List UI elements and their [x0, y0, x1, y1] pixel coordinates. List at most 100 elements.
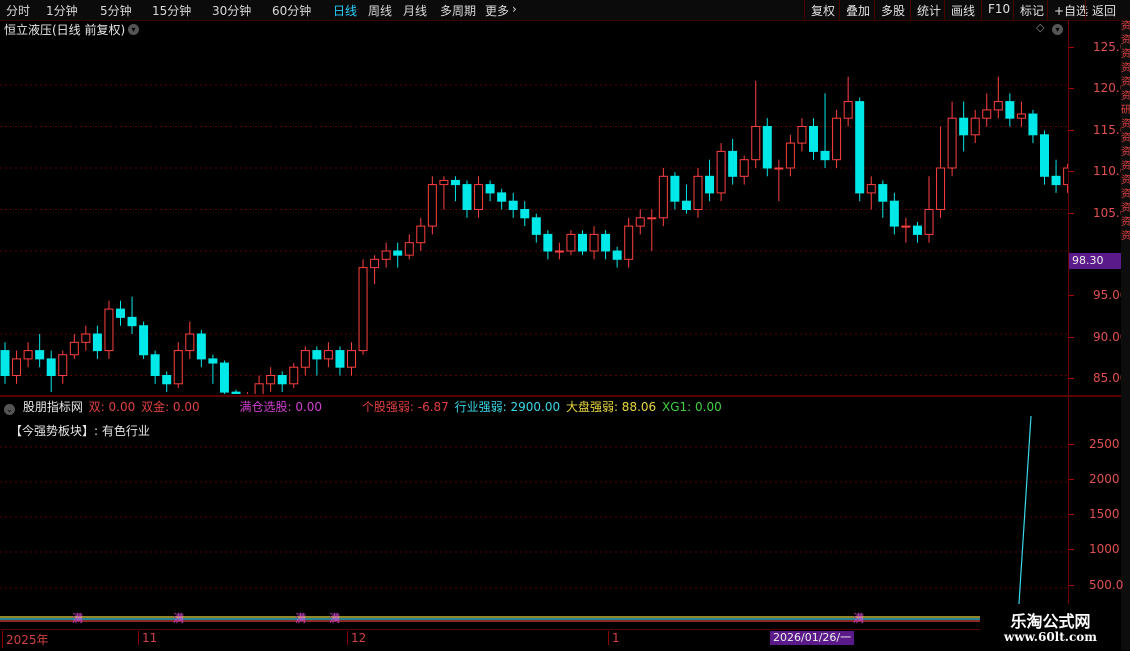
candle-body: [404, 242, 414, 256]
candle-body: [323, 350, 333, 360]
candle-body: [670, 175, 680, 202]
period-tab-daily[interactable]: 日线: [333, 2, 357, 19]
period-tab-15min[interactable]: 15分钟: [152, 2, 191, 19]
period-tab-60min[interactable]: 60分钟: [272, 2, 311, 19]
price-tick-label: 120.0: [1069, 81, 1127, 95]
indicator-chart[interactable]: [0, 414, 1068, 628]
f10-button[interactable]: F10: [981, 0, 1016, 20]
candle-body: [266, 375, 276, 385]
adjust-button[interactable]: 复权: [804, 0, 841, 20]
candle-body: [1028, 113, 1038, 136]
candle-body: [959, 117, 969, 136]
candlestick-chart[interactable]: [0, 38, 1068, 394]
candle: [520, 201, 530, 227]
candle: [289, 363, 299, 388]
candle: [381, 242, 391, 268]
candle-body: [92, 333, 102, 352]
candle: [566, 230, 576, 256]
period-tab-1min[interactable]: 1分钟: [46, 2, 78, 19]
candle-body: [993, 101, 1003, 111]
candle-body: [774, 167, 784, 170]
multi-stock-button[interactable]: 多股: [874, 0, 911, 20]
candle: [12, 350, 22, 384]
pane-divider[interactable]: [0, 395, 1121, 397]
candle: [196, 329, 206, 368]
candle: [647, 209, 657, 251]
candle: [716, 143, 726, 202]
mark-button[interactable]: 标记: [1013, 0, 1050, 20]
full-marker: 满: [295, 612, 306, 625]
diamond-icon[interactable]: ◇: [1036, 21, 1044, 34]
period-tab-more[interactable]: 更多: [485, 2, 509, 19]
period-tab-30min[interactable]: 30分钟: [212, 2, 251, 19]
period-tab-monthly[interactable]: 月线: [403, 2, 427, 19]
candle-body: [497, 192, 507, 202]
candle: [866, 176, 876, 210]
candle: [982, 93, 992, 127]
candle: [497, 188, 507, 210]
candle-body: [104, 308, 114, 352]
candle: [370, 255, 380, 285]
candle: [543, 230, 553, 260]
period-tab-multi[interactable]: 多周期: [440, 2, 476, 19]
date-label: 11: [138, 631, 157, 645]
candle: [601, 230, 611, 260]
indicator-tick-label: 2500: [1069, 437, 1122, 451]
watermark-url: www.60lt.com: [1004, 630, 1097, 644]
candle-body: [601, 233, 611, 252]
right-vertical-strip[interactable]: 资资 资资 资资 研资 资资 资资 资资 资资: [1121, 20, 1130, 650]
candle: [635, 209, 645, 235]
candle-body: [12, 358, 22, 376]
more-chevron-icon[interactable]: ›: [512, 2, 517, 16]
stock-title: 恒立液压(日线 前复权): [4, 23, 126, 37]
back-button[interactable]: 返回: [1085, 0, 1122, 20]
candle: [231, 389, 241, 394]
candle: [312, 346, 322, 376]
candle: [347, 342, 356, 376]
candle-body: [531, 217, 541, 235]
candle-body: [139, 325, 149, 356]
indicator-name[interactable]: 股朋指标网: [23, 400, 83, 414]
candle-body: [705, 175, 715, 194]
candle-body: [439, 179, 449, 186]
candle-body: [416, 225, 426, 244]
stats-button[interactable]: 统计: [910, 0, 947, 20]
candle-body: [81, 333, 91, 343]
period-tab-intraday[interactable]: 分时: [6, 2, 30, 19]
candle-body: [543, 233, 553, 252]
candle: [450, 176, 460, 202]
candle: [58, 350, 68, 384]
indicator-value-xg1: XG1: 0.00: [662, 400, 722, 414]
draw-line-button[interactable]: 画线: [944, 0, 981, 20]
chevron-down-icon[interactable]: ▾: [128, 24, 139, 35]
candle: [612, 246, 622, 268]
candle: [578, 230, 587, 256]
candle-body: [739, 159, 749, 177]
date-axis: 2025年 11 12 1 2026/01/26/一: [0, 629, 1068, 651]
candle: [462, 180, 472, 218]
indicator-value-shuangjin: 双金: 0.00: [141, 400, 200, 414]
price-axis: 125.0 120.0 115.0 110.0 105.0 95.00 90.0…: [1068, 20, 1127, 395]
watermark-title: 乐淘公式网: [1010, 612, 1091, 631]
candle: [855, 97, 865, 202]
candle-body: [381, 250, 391, 260]
candle-body: [924, 209, 934, 235]
indicator-axis: 2500 2000 1500 1000 500.0: [1068, 397, 1123, 625]
candle: [127, 296, 137, 334]
full-marker: 满: [329, 612, 340, 625]
candle-body: [474, 184, 484, 211]
candle-body: [566, 233, 576, 252]
price-tick-label: 95.00: [1069, 288, 1127, 302]
indicator-tick-label: 2000: [1069, 472, 1122, 486]
candle: [531, 213, 541, 243]
candle-body: [208, 358, 218, 364]
period-tab-weekly[interactable]: 周线: [368, 2, 392, 19]
overlay-button[interactable]: 叠加: [839, 0, 876, 20]
period-tab-5min[interactable]: 5分钟: [100, 2, 132, 19]
candle-body: [300, 350, 310, 368]
settings-icon[interactable]: ▾: [1052, 24, 1063, 35]
candle: [416, 217, 426, 251]
candle-body: [693, 175, 703, 211]
candle-body: [635, 217, 645, 227]
candle: [266, 367, 276, 393]
